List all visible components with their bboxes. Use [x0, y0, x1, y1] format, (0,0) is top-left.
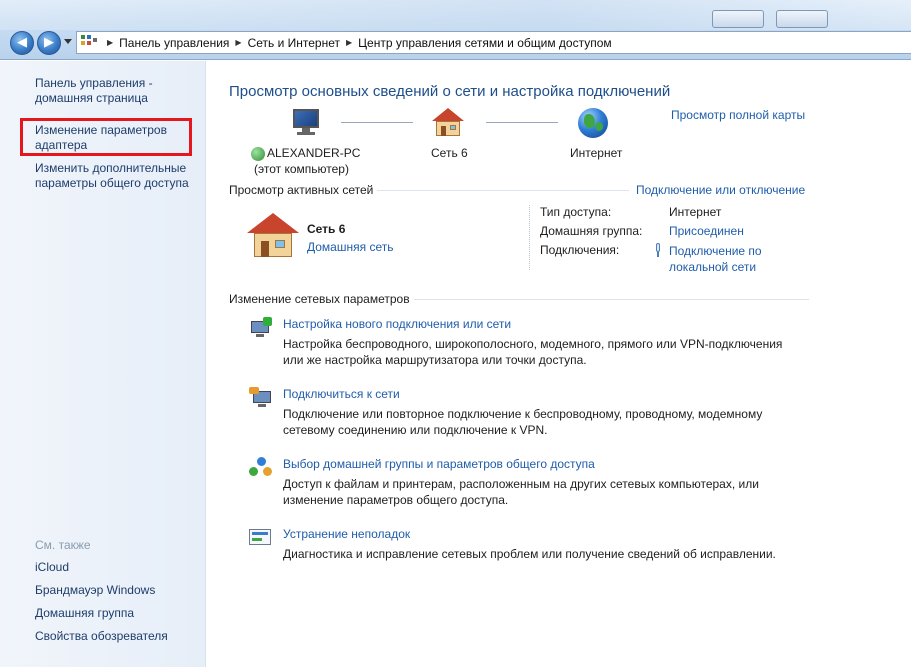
setup-new-connection-desc: Настройка беспроводного, широкополосного… [283, 336, 782, 368]
left-pane: Панель управления - домашняя страница Из… [0, 61, 206, 667]
local-area-connection-link[interactable]: Подключение по локальной сети [669, 243, 762, 275]
internet-globe-icon [578, 108, 608, 138]
breadcrumb-network-internet[interactable]: Сеть и Интернет [248, 36, 340, 50]
chevron-right-icon[interactable]: ▶ [107, 38, 113, 47]
control-panel-home-link[interactable]: Панель управления - домашняя страница [35, 76, 153, 106]
details-divider [529, 205, 530, 270]
main-pane: Просмотр основных сведений о сети и наст… [207, 61, 911, 667]
connect-to-network-link[interactable]: Подключиться к сети [283, 387, 400, 401]
link-line: домашняя страница [35, 91, 148, 105]
ethernet-icon [654, 243, 662, 257]
connections-label: Подключения: [540, 243, 620, 257]
home-network-icon [247, 213, 299, 259]
new-connection-icon [249, 317, 273, 339]
advanced-sharing-settings-link[interactable]: Изменить дополнительные параметры общего… [35, 161, 189, 191]
see-also-firewall-link[interactable]: Брандмауэр Windows [35, 583, 155, 598]
access-type-value: Интернет [669, 205, 722, 219]
homegroup-sharing-link[interactable]: Выбор домашней группы и параметров общег… [283, 457, 595, 471]
network-house-icon [431, 108, 465, 138]
chevron-right-icon[interactable]: ▶ [346, 38, 352, 47]
title-bar-glass [0, 0, 911, 30]
breadcrumb-network-center[interactable]: Центр управления сетями и общим доступом [358, 36, 612, 50]
breadcrumb-control-panel[interactable]: Панель управления [119, 36, 229, 50]
desc-line: или же настройка маршрутизатора или точк… [283, 353, 587, 367]
desc-line: Настройка беспроводного, широкополосного… [283, 337, 783, 351]
active-network-name: Сеть 6 [307, 222, 346, 236]
computer-icon [289, 107, 323, 137]
address-bar[interactable]: ▶ Панель управления ▶ Сеть и Интернет ▶ … [76, 31, 911, 54]
see-also-homegroup-link[interactable]: Домашняя группа [35, 606, 134, 621]
red-highlight-box [20, 118, 192, 156]
desc-line: Диагностика и исправление сетевых пробле… [283, 547, 776, 561]
connect-to-network-desc: Подключение или повторное подключение к … [283, 406, 762, 438]
homegroup-label: Домашняя группа: [540, 224, 643, 238]
computer-name: ALEXANDER-PC [267, 146, 361, 160]
change-settings-label: Изменение сетевых параметров [229, 292, 410, 306]
link-line: Подключение по [669, 244, 762, 258]
title-bar: ◀ ▶ ▶ Панель управления ▶ Сеть и Интерне… [0, 0, 911, 60]
window-button-blurred-2[interactable] [776, 10, 828, 28]
link-line: Панель управления - [35, 76, 153, 90]
troubleshoot-link[interactable]: Устранение неполадок [283, 527, 410, 541]
internet-label: Интернет [570, 146, 623, 160]
forward-button[interactable]: ▶ [37, 31, 61, 55]
section-divider [414, 299, 809, 300]
homegroup-icon [249, 457, 273, 479]
link-line: Изменить дополнительные [35, 161, 187, 175]
active-networks-label: Просмотр активных сетей [229, 183, 374, 197]
see-also-icloud-link[interactable]: iCloud [35, 560, 69, 575]
desc-line: Подключение или повторное подключение к … [283, 407, 763, 421]
link-line: параметры общего доступа [35, 176, 189, 190]
network-status-icon [251, 147, 265, 161]
access-type-label: Тип доступа: [540, 205, 612, 219]
setup-new-connection-link[interactable]: Настройка нового подключения или сети [283, 317, 511, 331]
desc-line: изменение параметров общего доступа. [283, 493, 509, 507]
control-panel-icon [81, 34, 97, 51]
section-divider [377, 190, 629, 191]
map-connector-line [341, 122, 413, 123]
desc-line: Доступ к файлам и принтерам, расположенн… [283, 477, 759, 491]
desc-line: сетевому соединению или подключение к VP… [283, 423, 548, 437]
back-button[interactable]: ◀ [10, 31, 34, 55]
computer-sublabel: (этот компьютер) [254, 162, 349, 176]
map-connector-line [486, 122, 558, 123]
troubleshoot-icon [249, 527, 273, 549]
view-full-map-link[interactable]: Просмотр полной карты [671, 108, 805, 122]
recent-pages-dropdown-icon[interactable] [64, 39, 72, 44]
homegroup-sharing-desc: Доступ к файлам и принтерам, расположенн… [283, 476, 759, 508]
connect-disconnect-link[interactable]: Подключение или отключение [636, 183, 805, 197]
home-network-type-link[interactable]: Домашняя сеть [307, 240, 393, 254]
connect-network-icon [249, 387, 273, 409]
link-line: локальной сети [669, 260, 757, 274]
network-name-label: Сеть 6 [431, 146, 468, 160]
chevron-right-icon[interactable]: ▶ [235, 38, 241, 47]
window-button-blurred-1[interactable] [712, 10, 764, 28]
see-also-internet-options-link[interactable]: Свойства обозревателя [35, 629, 168, 644]
troubleshoot-desc: Диагностика и исправление сетевых пробле… [283, 546, 776, 562]
page-title: Просмотр основных сведений о сети и наст… [229, 83, 671, 100]
homegroup-joined-link[interactable]: Присоединен [669, 224, 744, 238]
see-also-label: См. также [35, 538, 91, 552]
